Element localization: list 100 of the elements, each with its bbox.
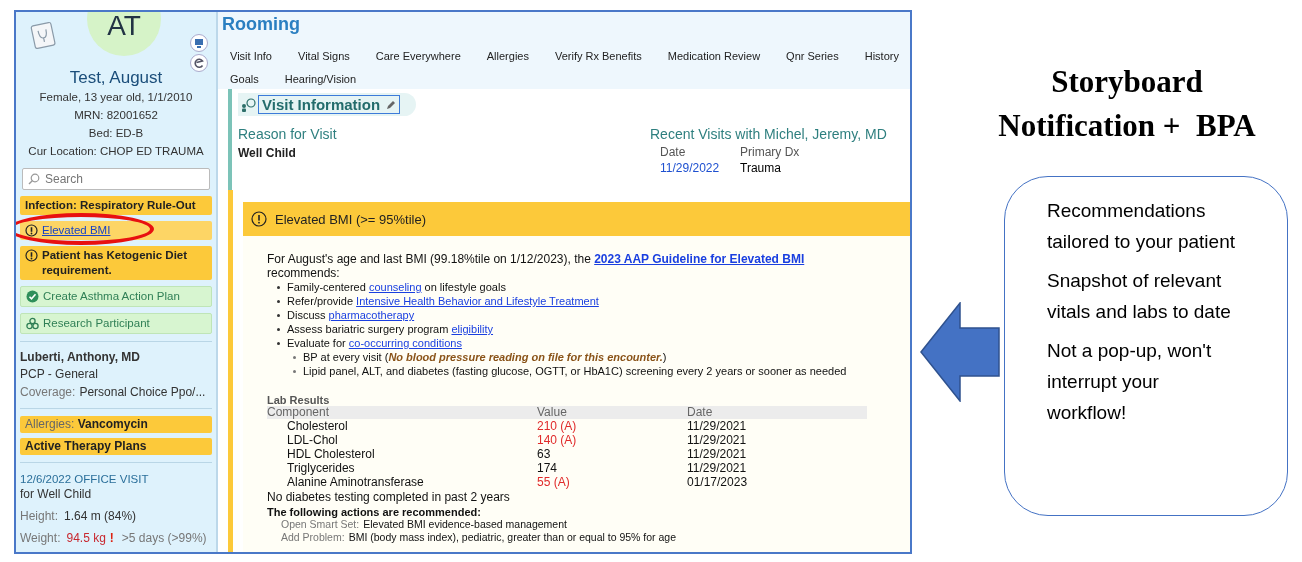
vital-value: 94.5 kg bbox=[66, 531, 106, 545]
tab[interactable]: Goals bbox=[230, 73, 259, 85]
table-cell-text: Alanine Aminotransferase bbox=[286, 475, 425, 489]
callout-text: Not a pop-up, won't interrupt your workflow! bbox=[1047, 339, 1213, 425]
action-value: Elevated BMI evidence-based management bbox=[363, 518, 567, 530]
visit-heading: 12/6/2022 OFFICE VISIT bbox=[20, 473, 150, 485]
tab[interactable]: Allergies bbox=[486, 50, 529, 62]
link[interactable]: pharmacotherapy bbox=[328, 309, 415, 321]
link[interactable]: eligibility bbox=[451, 323, 494, 335]
table-cell-text: 11/29/2021 bbox=[687, 447, 748, 461]
table-cell-text: 210 (A) bbox=[537, 419, 578, 433]
bullet-text: Assess bariatric surgery program eligibility bbox=[287, 322, 494, 336]
bullet-text: Refer/provide Intensive Health Behavior and Lifestyle Treatment bbox=[287, 294, 599, 308]
column-header: Date bbox=[687, 406, 714, 419]
search-field[interactable]: Search bbox=[22, 168, 210, 190]
flag-item[interactable]: Patient has Ketogenic Diet requirement. bbox=[20, 246, 212, 280]
slide-title: Notification + BPA bbox=[997, 107, 1257, 145]
search-icon bbox=[28, 173, 40, 185]
vital-value: 1.64 m (84%) bbox=[64, 509, 137, 523]
alert-icon bbox=[251, 211, 267, 227]
bullet-text: BP at every visit (No blood pressure reading on file for this encounter.) bbox=[303, 350, 667, 364]
flag-item[interactable]: Create Asthma Action Plan bbox=[20, 286, 212, 307]
table-cell-text: 11/29/2021 bbox=[687, 433, 748, 447]
bullet-text: Evaluate for co-occurring conditions bbox=[287, 336, 462, 350]
tab[interactable]: Vital Signs bbox=[298, 50, 350, 62]
flag-item[interactable]: Research Participant bbox=[20, 313, 212, 334]
banner-bar[interactable]: Active Therapy Plans bbox=[20, 438, 212, 455]
callout-text: Snapshot of relevant vitals and labs to date bbox=[1047, 269, 1232, 324]
table-cell-text: Cholesterol bbox=[286, 419, 349, 433]
table-cell-text: 11/29/2021 bbox=[687, 461, 748, 475]
advisory-title: Elevated BMI (>= 95%tile) bbox=[275, 211, 427, 227]
vital-note: >5 days (>99%) bbox=[121, 531, 207, 545]
bullet-icon bbox=[293, 369, 296, 373]
subsection-heading: Recent Visits with Michel, Jeremy, MD bbox=[650, 126, 888, 142]
tab[interactable]: Visit Info bbox=[230, 50, 272, 62]
column-header: Component bbox=[267, 406, 331, 419]
bullet-icon bbox=[277, 313, 280, 317]
table-cell-text: HDL Cholesterol bbox=[286, 447, 376, 461]
vital-label: Weight: bbox=[20, 531, 61, 545]
link[interactable]: counseling bbox=[368, 281, 422, 293]
coverage-label: Coverage: bbox=[20, 385, 76, 399]
warning-mark: ! bbox=[109, 531, 114, 545]
avatar-initials: AT bbox=[107, 12, 141, 43]
table-cell-text: LDL-Chol bbox=[286, 433, 339, 447]
check-icon bbox=[26, 290, 39, 303]
tab[interactable]: Medication Review bbox=[667, 50, 761, 62]
banner-bar[interactable]: Allergies: Vancomycin bbox=[20, 416, 212, 433]
coverage-value: Personal Choice Ppo/... bbox=[79, 385, 206, 399]
link[interactable]: co-occurring conditions bbox=[348, 337, 462, 349]
tab[interactable]: Hearing/Vision bbox=[284, 73, 357, 85]
table-cell-text: Trauma bbox=[740, 161, 782, 175]
activity-title: Rooming bbox=[222, 14, 301, 36]
patient-detail: Bed: ED-B bbox=[87, 126, 145, 141]
provider-name: Luberti, Anthony, MD bbox=[20, 349, 141, 365]
alert-icon bbox=[25, 249, 38, 262]
advisory-note: No diabetes testing completed in past 2 years bbox=[267, 490, 511, 504]
alert-icon bbox=[25, 224, 38, 237]
action-label: Open Smart Set: bbox=[281, 518, 360, 530]
bullet-icon bbox=[293, 355, 296, 359]
monitor-icon bbox=[190, 34, 208, 52]
advisory-text: For August's age and last BMI (99.18%tile on 1/12/2023), the 2023 AAP Guideline for Elevated BMI recommends: bbox=[267, 252, 806, 280]
tab[interactable]: Care Everywhere bbox=[375, 50, 461, 62]
table-cell-text: 55 (A) bbox=[537, 475, 571, 489]
tab[interactable]: History bbox=[864, 50, 899, 62]
molecule-icon bbox=[26, 317, 39, 330]
bullet-text: Family-centered counseling on lifestyle goals bbox=[287, 280, 506, 294]
person-speech-icon bbox=[240, 97, 256, 112]
link[interactable]: 2023 AAP Guideline for Elevated BMI bbox=[594, 252, 805, 266]
visit-reason: Well Child bbox=[238, 146, 297, 160]
link[interactable]: Intensive Health Behavior and Lifestyle Treatment bbox=[356, 295, 599, 307]
bullet-icon bbox=[277, 327, 280, 331]
tab[interactable]: Verify Rx Benefits bbox=[554, 50, 642, 62]
bullet-text: Lipid panel, ALT, and diabetes (fasting glucose, OGTT, or HbA1C) screening every 2 years or sooner as needed bbox=[303, 364, 847, 378]
table-cell-text: Triglycerides bbox=[286, 461, 356, 475]
table-cell-text: 140 (A) bbox=[537, 433, 578, 447]
actions-heading: The following actions are recommended: bbox=[267, 506, 482, 518]
bullet-icon bbox=[277, 299, 280, 303]
section-title[interactable]: Visit Information bbox=[258, 95, 401, 114]
vital-label: Height: bbox=[20, 509, 59, 523]
column-header: Date bbox=[660, 145, 687, 159]
table-cell-text: 01/17/2023 bbox=[687, 475, 749, 489]
slide-title: Storyboard bbox=[1050, 63, 1204, 101]
bullet-icon bbox=[277, 285, 280, 289]
tab[interactable]: Qnr Series bbox=[786, 50, 839, 62]
action-label: Add Problem: bbox=[281, 530, 345, 543]
column-header: Primary Dx bbox=[740, 145, 801, 159]
bullet-text: Discuss pharmacotherapy bbox=[287, 308, 415, 322]
lab-results-title: Lab Results bbox=[267, 394, 331, 406]
pencil-icon bbox=[386, 99, 397, 110]
visit-reason: for Well Child bbox=[20, 486, 93, 503]
date-link[interactable]: 11/29/2022 bbox=[660, 161, 740, 175]
subsection-heading: Reason for Visit bbox=[238, 126, 337, 142]
table-cell-text: 11/29/2021 bbox=[687, 419, 748, 433]
bullet-icon bbox=[277, 341, 280, 345]
e-letter-icon bbox=[190, 54, 208, 72]
table-cell-text: 174 bbox=[537, 461, 559, 475]
flag-item[interactable]: Elevated BMI bbox=[20, 221, 212, 240]
flag-item[interactable]: Infection: Respiratory Rule-Out bbox=[20, 196, 212, 215]
left-arrow-icon bbox=[920, 302, 1000, 402]
patient-detail: Cur Location: CHOP ED TRAUMA bbox=[27, 144, 205, 159]
